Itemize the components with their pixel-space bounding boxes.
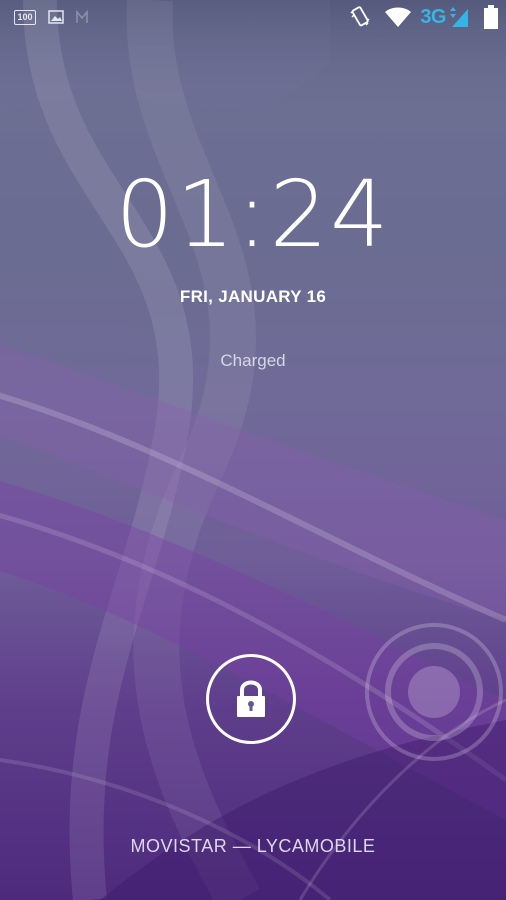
image-icon xyxy=(48,10,64,24)
network-type-label: 3G xyxy=(420,5,446,28)
camera-target-icon[interactable] xyxy=(364,622,504,762)
lock-icon xyxy=(237,680,265,717)
battery-percent-icon: 100 xyxy=(14,9,36,25)
gmail-icon xyxy=(76,10,88,23)
carrier-label: MOVISTAR — LYCAMOBILE xyxy=(130,836,376,856)
lockscreen-clock: 01:24 xyxy=(115,161,391,268)
status-bar-system-icons: 3G xyxy=(348,4,498,30)
wifi-icon xyxy=(385,7,412,27)
mobile-signal-icon xyxy=(450,7,468,27)
lockscreen: 100 3G 01:24 FRI, JANUARY 16 Charged MOV… xyxy=(0,0,506,900)
unlock-handle[interactable] xyxy=(206,654,296,744)
charging-status: Charged xyxy=(220,351,286,370)
status-bar-notifications: 100 xyxy=(14,7,100,27)
status-bar: 100 3G xyxy=(0,0,506,34)
vibrate-icon xyxy=(350,6,370,27)
battery-icon xyxy=(484,5,498,29)
wallpaper xyxy=(0,0,506,900)
lockscreen-date: FRI, JANUARY 16 xyxy=(179,287,327,306)
